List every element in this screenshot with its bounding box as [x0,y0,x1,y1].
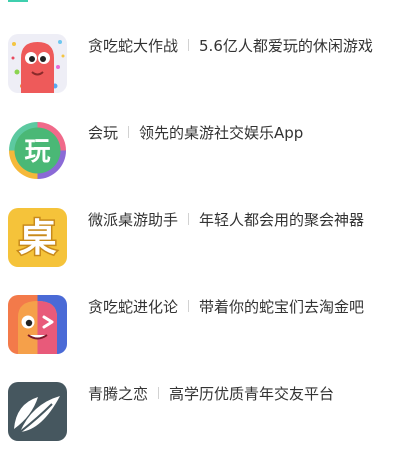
svg-text:桌: 桌 [18,216,56,260]
app-info: 贪吃蛇大作战 5.6亿人都爱玩的休闲游戏 [88,33,373,57]
svg-text:玩: 玩 [24,137,50,167]
app-tagline: 带着你的蛇宝们去淘金吧 [199,297,365,316]
app-info: 青腾之恋 高学历优质青年交友平台 [88,381,334,405]
app-list-page: 贪吃蛇大作战 5.6亿人都爱玩的休闲游戏 玩 会玩 领先的桌游社交娱乐App 桌… [0,0,400,461]
app-name: 会玩 [88,123,119,142]
leaf-icon[interactable] [8,382,67,441]
app-info: 微派桌游助手 年轻人都会用的聚会神器 [88,207,364,231]
app-list: 贪吃蛇大作战 5.6亿人都爱玩的休闲游戏 玩 会玩 领先的桌游社交娱乐App 桌… [0,30,400,461]
snake-evolution-icon[interactable] [8,295,67,354]
separator [188,213,190,225]
app-item-snake-battle[interactable]: 贪吃蛇大作战 5.6亿人都爱玩的休闲游戏 [0,30,400,117]
separator [158,387,160,399]
app-tagline: 5.6亿人都爱玩的休闲游戏 [199,36,373,55]
app-tagline: 年轻人都会用的聚会神器 [199,210,365,229]
table-game-icon[interactable]: 桌 [8,208,67,267]
app-item-table-game[interactable]: 桌 微派桌游助手 年轻人都会用的聚会神器 [0,204,400,291]
separator [188,39,190,51]
app-name: 贪吃蛇大作战 [88,36,179,55]
separator [188,300,190,312]
app-tagline: 领先的桌游社交娱乐App [139,123,304,142]
app-name: 青腾之恋 [88,384,149,403]
app-info: 贪吃蛇进化论 带着你的蛇宝们去淘金吧 [88,294,364,318]
app-name: 贪吃蛇进化论 [88,297,179,316]
tab-indicator [8,0,28,2]
app-item-huiwan[interactable]: 玩 会玩 领先的桌游社交娱乐App [0,117,400,204]
app-item-snake-evolution[interactable]: 贪吃蛇进化论 带着你的蛇宝们去淘金吧 [0,291,400,378]
app-tagline: 高学历优质青年交友平台 [169,384,335,403]
huiwan-icon[interactable]: 玩 [8,121,67,180]
app-info: 会玩 领先的桌游社交娱乐App [88,120,303,144]
separator [128,126,130,138]
app-item-qingteng[interactable]: 青腾之恋 高学历优质青年交友平台 [0,378,400,461]
app-name: 微派桌游助手 [88,210,179,229]
snake-game-icon[interactable] [8,34,67,93]
